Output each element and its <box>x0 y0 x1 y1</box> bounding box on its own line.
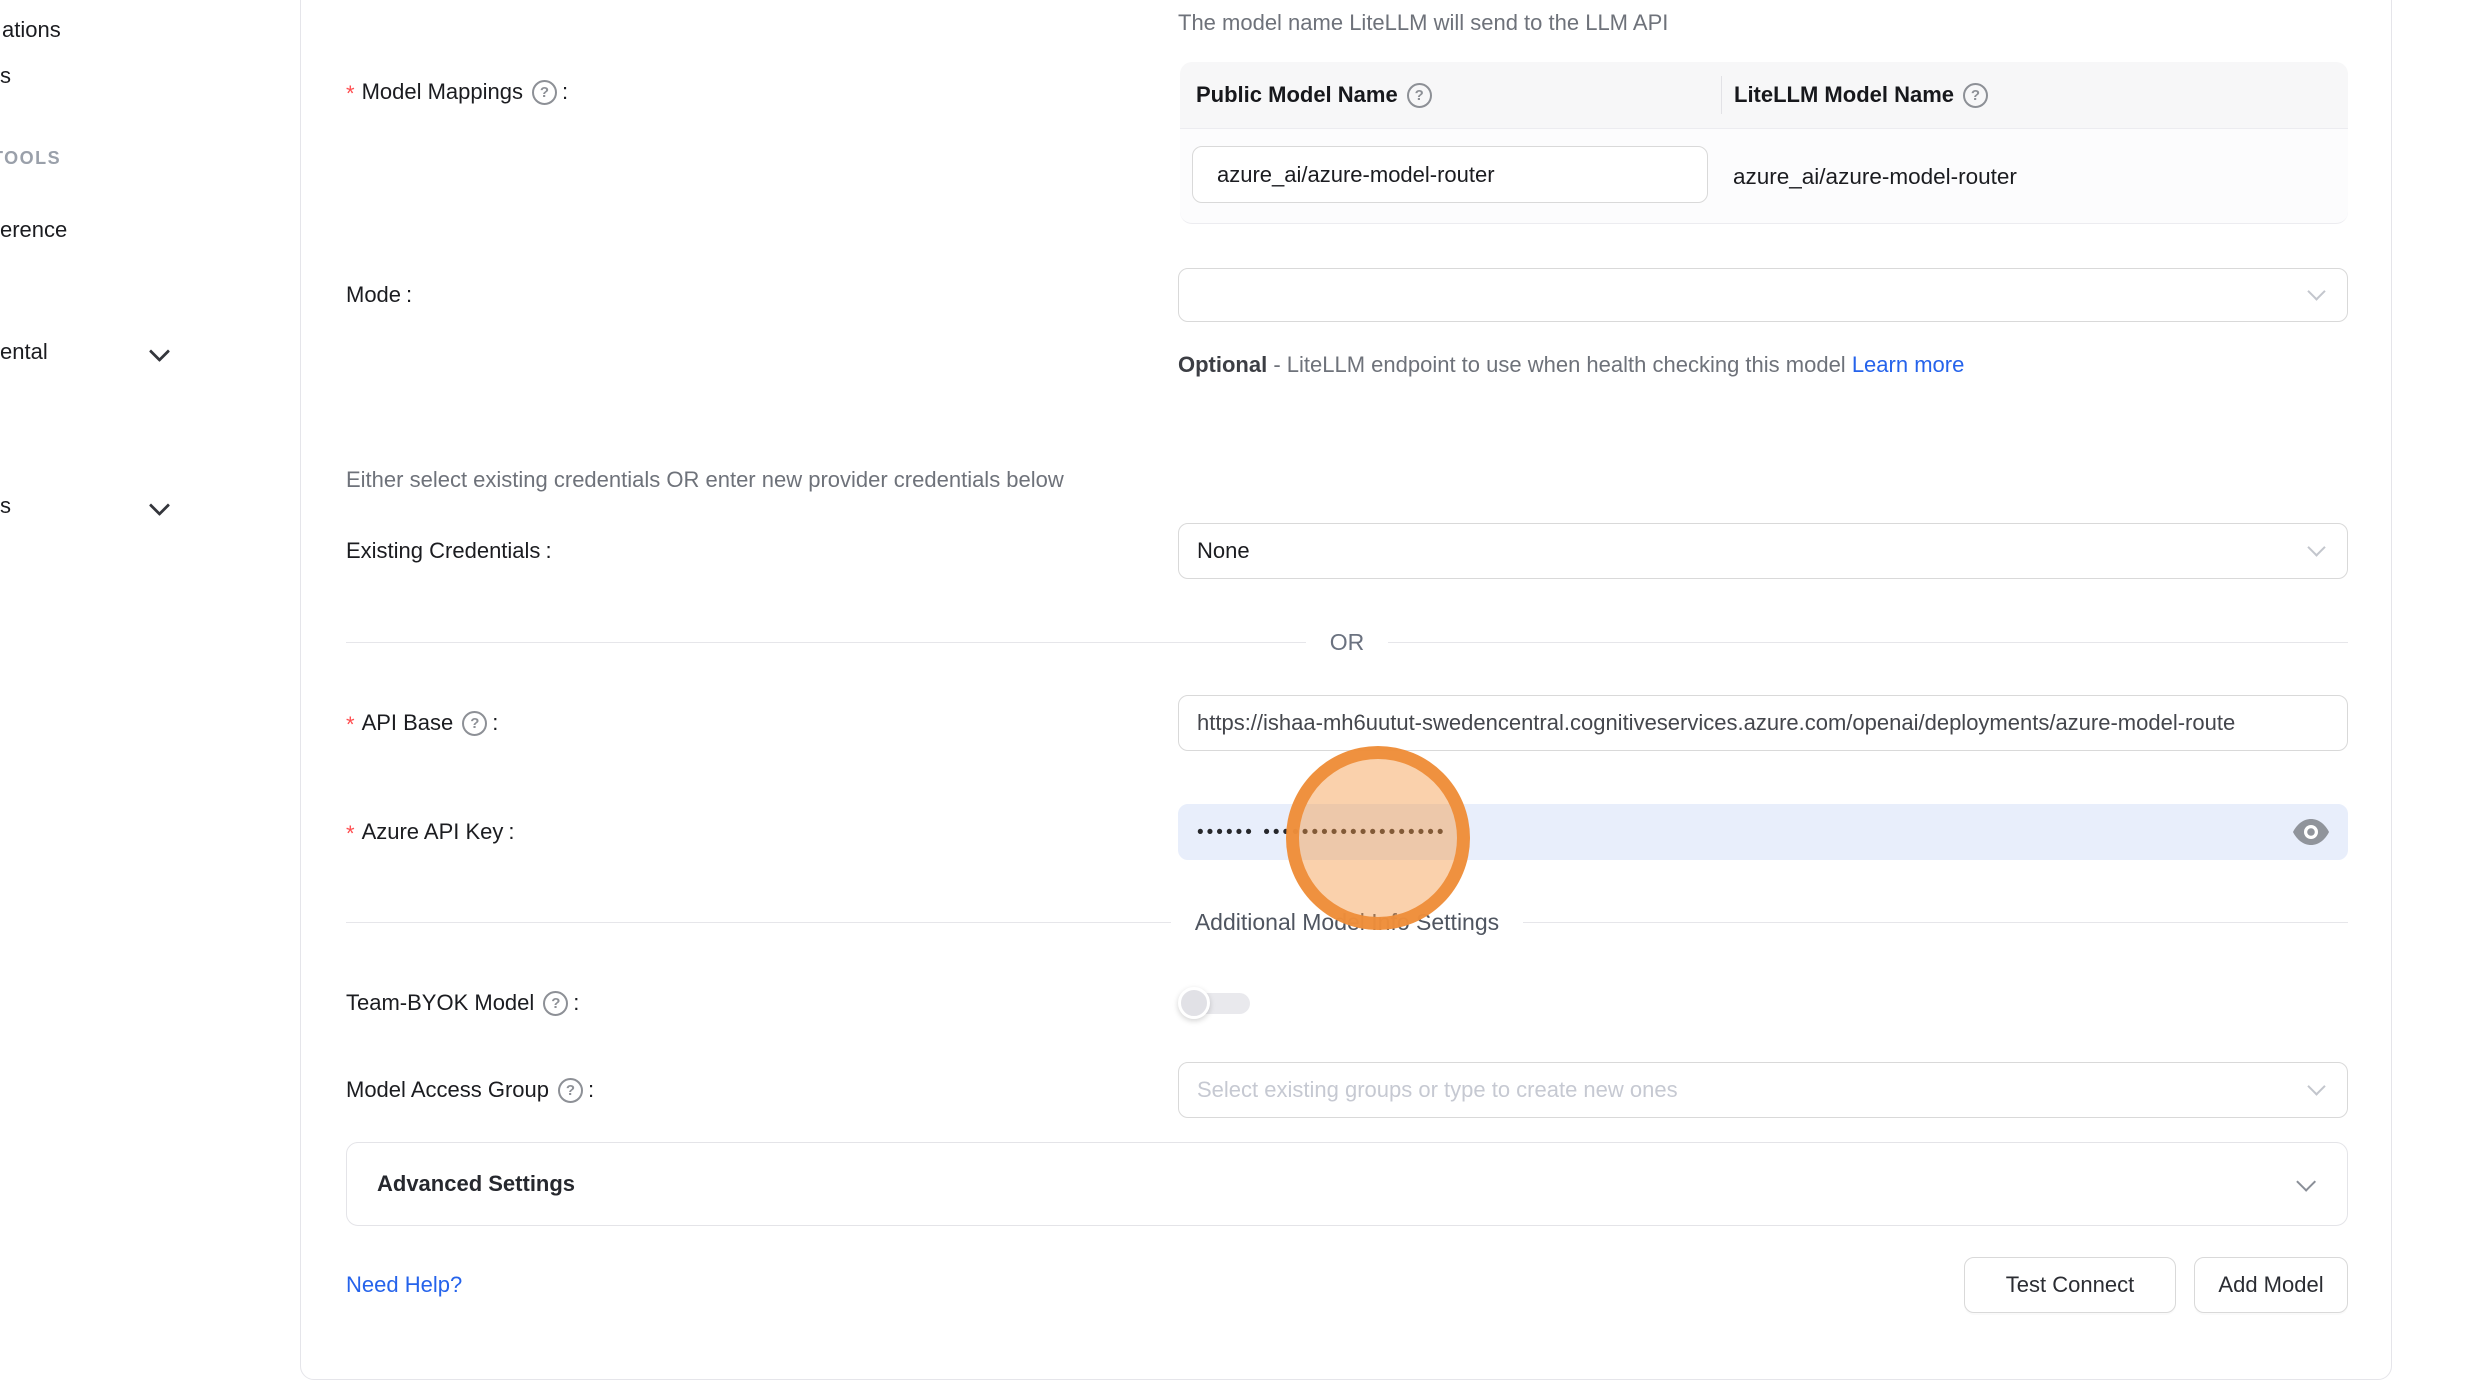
label-colon: : <box>406 282 412 308</box>
chevron-down-icon <box>2307 1077 2325 1095</box>
api-base-label: * API Base ? : <box>346 695 498 751</box>
help-question-icon[interactable]: ? <box>1963 83 1988 108</box>
sidebar-item-experimental[interactable]: ental <box>0 330 48 374</box>
help-question-icon[interactable]: ? <box>543 991 568 1016</box>
chevron-down-icon[interactable] <box>149 341 170 362</box>
label-colon: : <box>573 990 579 1016</box>
existing-credentials-select[interactable]: None <box>1178 523 2348 579</box>
mode-label: Mode : <box>346 268 412 322</box>
chevron-down-icon[interactable] <box>149 495 170 516</box>
or-divider: OR <box>346 628 2348 656</box>
api-base-input[interactable]: https://ishaa-mh6uutut-swedencentral.cog… <box>1178 695 2348 751</box>
azure-api-key-label: * Azure API Key : <box>346 804 515 860</box>
help-question-icon[interactable]: ? <box>462 711 487 736</box>
model-mappings-label: * Model Mappings ? : <box>346 74 568 110</box>
credentials-note: Either select existing credentials OR en… <box>346 462 1064 498</box>
required-asterisk: * <box>346 821 355 847</box>
sidebar-section-tools: TOOLS <box>0 140 61 176</box>
header-litellm-model-name: LiteLLM Model Name ? <box>1722 82 2348 108</box>
team-byok-toggle[interactable] <box>1178 987 1252 1019</box>
select-value: None <box>1197 538 1250 564</box>
sidebar-item-label: erence <box>0 217 67 243</box>
table-row: azure_ai/azure-model-router azure_ai/azu… <box>1180 129 2348 224</box>
sidebar-item-settings[interactable]: s <box>0 484 11 528</box>
test-connect-button[interactable]: Test Connect <box>1964 1257 2176 1313</box>
label-colon: : <box>545 538 551 564</box>
sidebar-item-label: s <box>0 493 11 519</box>
add-model-button[interactable]: Add Model <box>2194 1257 2348 1313</box>
label-text: Model Access Group <box>346 1077 549 1103</box>
label-text: Azure API Key <box>362 819 504 845</box>
label-text: Model Mappings <box>362 79 523 105</box>
chevron-down-icon <box>2307 282 2325 300</box>
label-text: Existing Credentials <box>346 538 540 564</box>
sidebar-item-users[interactable]: s <box>0 54 11 98</box>
chevron-down-icon <box>2296 1172 2316 1192</box>
header-text: LiteLLM Model Name <box>1734 82 1954 108</box>
select-placeholder: Select existing groups or type to create… <box>1197 1077 1678 1103</box>
existing-credentials-label: Existing Credentials : <box>346 523 552 579</box>
eye-icon[interactable] <box>2293 819 2329 845</box>
team-byok-label: Team-BYOK Model ? : <box>346 975 579 1031</box>
advanced-settings-panel[interactable]: Advanced Settings <box>346 1142 2348 1226</box>
help-question-icon[interactable]: ? <box>558 1078 583 1103</box>
label-colon: : <box>492 710 498 736</box>
model-mappings-table: Public Model Name ? LiteLLM Model Name ?… <box>1180 62 2348 224</box>
helper-body: - LiteLLM endpoint to use when health ch… <box>1267 352 1852 377</box>
table-header-row: Public Model Name ? LiteLLM Model Name ? <box>1180 62 2348 129</box>
sidebar-section-label: TOOLS <box>0 148 61 169</box>
need-help-link[interactable]: Need Help? <box>346 1262 462 1308</box>
header-public-model-name: Public Model Name ? <box>1180 82 1721 108</box>
public-model-name-input[interactable]: azure_ai/azure-model-router <box>1192 146 1708 203</box>
sidebar-item-api-reference[interactable]: erence <box>0 208 67 252</box>
input-value: https://ishaa-mh6uutut-swedencentral.cog… <box>1197 710 2235 736</box>
model-access-group-label: Model Access Group ? : <box>346 1062 594 1118</box>
label-colon: : <box>562 79 568 105</box>
advanced-settings-title: Advanced Settings <box>377 1171 575 1197</box>
toggle-handle <box>1178 987 1210 1019</box>
click-indicator-circle <box>1286 746 1470 930</box>
required-asterisk: * <box>346 81 355 107</box>
helper-bold: Optional <box>1178 352 1267 377</box>
sidebar-item-organizations[interactable]: ations <box>2 8 61 52</box>
sidebar-item-label: ations <box>2 17 61 43</box>
model-access-group-select[interactable]: Select existing groups or type to create… <box>1178 1062 2348 1118</box>
mode-select[interactable] <box>1178 268 2348 322</box>
sidebar-item-label: s <box>0 63 11 89</box>
add-model-page: ations s TOOLS erence ental s The model … <box>0 0 2477 1385</box>
chevron-down-icon <box>2307 538 2325 556</box>
help-question-icon[interactable]: ? <box>532 80 557 105</box>
model-name-helper-text: The model name LiteLLM will send to the … <box>1178 10 1668 36</box>
learn-more-link[interactable]: Learn more <box>1852 352 1965 377</box>
litellm-model-name-value: azure_ai/azure-model-router <box>1733 129 2017 224</box>
label-colon: : <box>508 819 514 845</box>
mode-helper-text: Optional - LiteLLM endpoint to use when … <box>1178 344 2014 385</box>
input-value: azure_ai/azure-model-router <box>1217 162 1495 188</box>
header-text: Public Model Name <box>1196 82 1398 108</box>
label-text: Mode <box>346 282 401 308</box>
label-text: API Base <box>362 710 454 736</box>
label-colon: : <box>588 1077 594 1103</box>
label-text: Team-BYOK Model <box>346 990 534 1016</box>
sidebar-item-label: ental <box>0 339 48 365</box>
required-asterisk: * <box>346 712 355 738</box>
help-question-icon[interactable]: ? <box>1407 83 1432 108</box>
divider-text: OR <box>1330 629 1365 656</box>
